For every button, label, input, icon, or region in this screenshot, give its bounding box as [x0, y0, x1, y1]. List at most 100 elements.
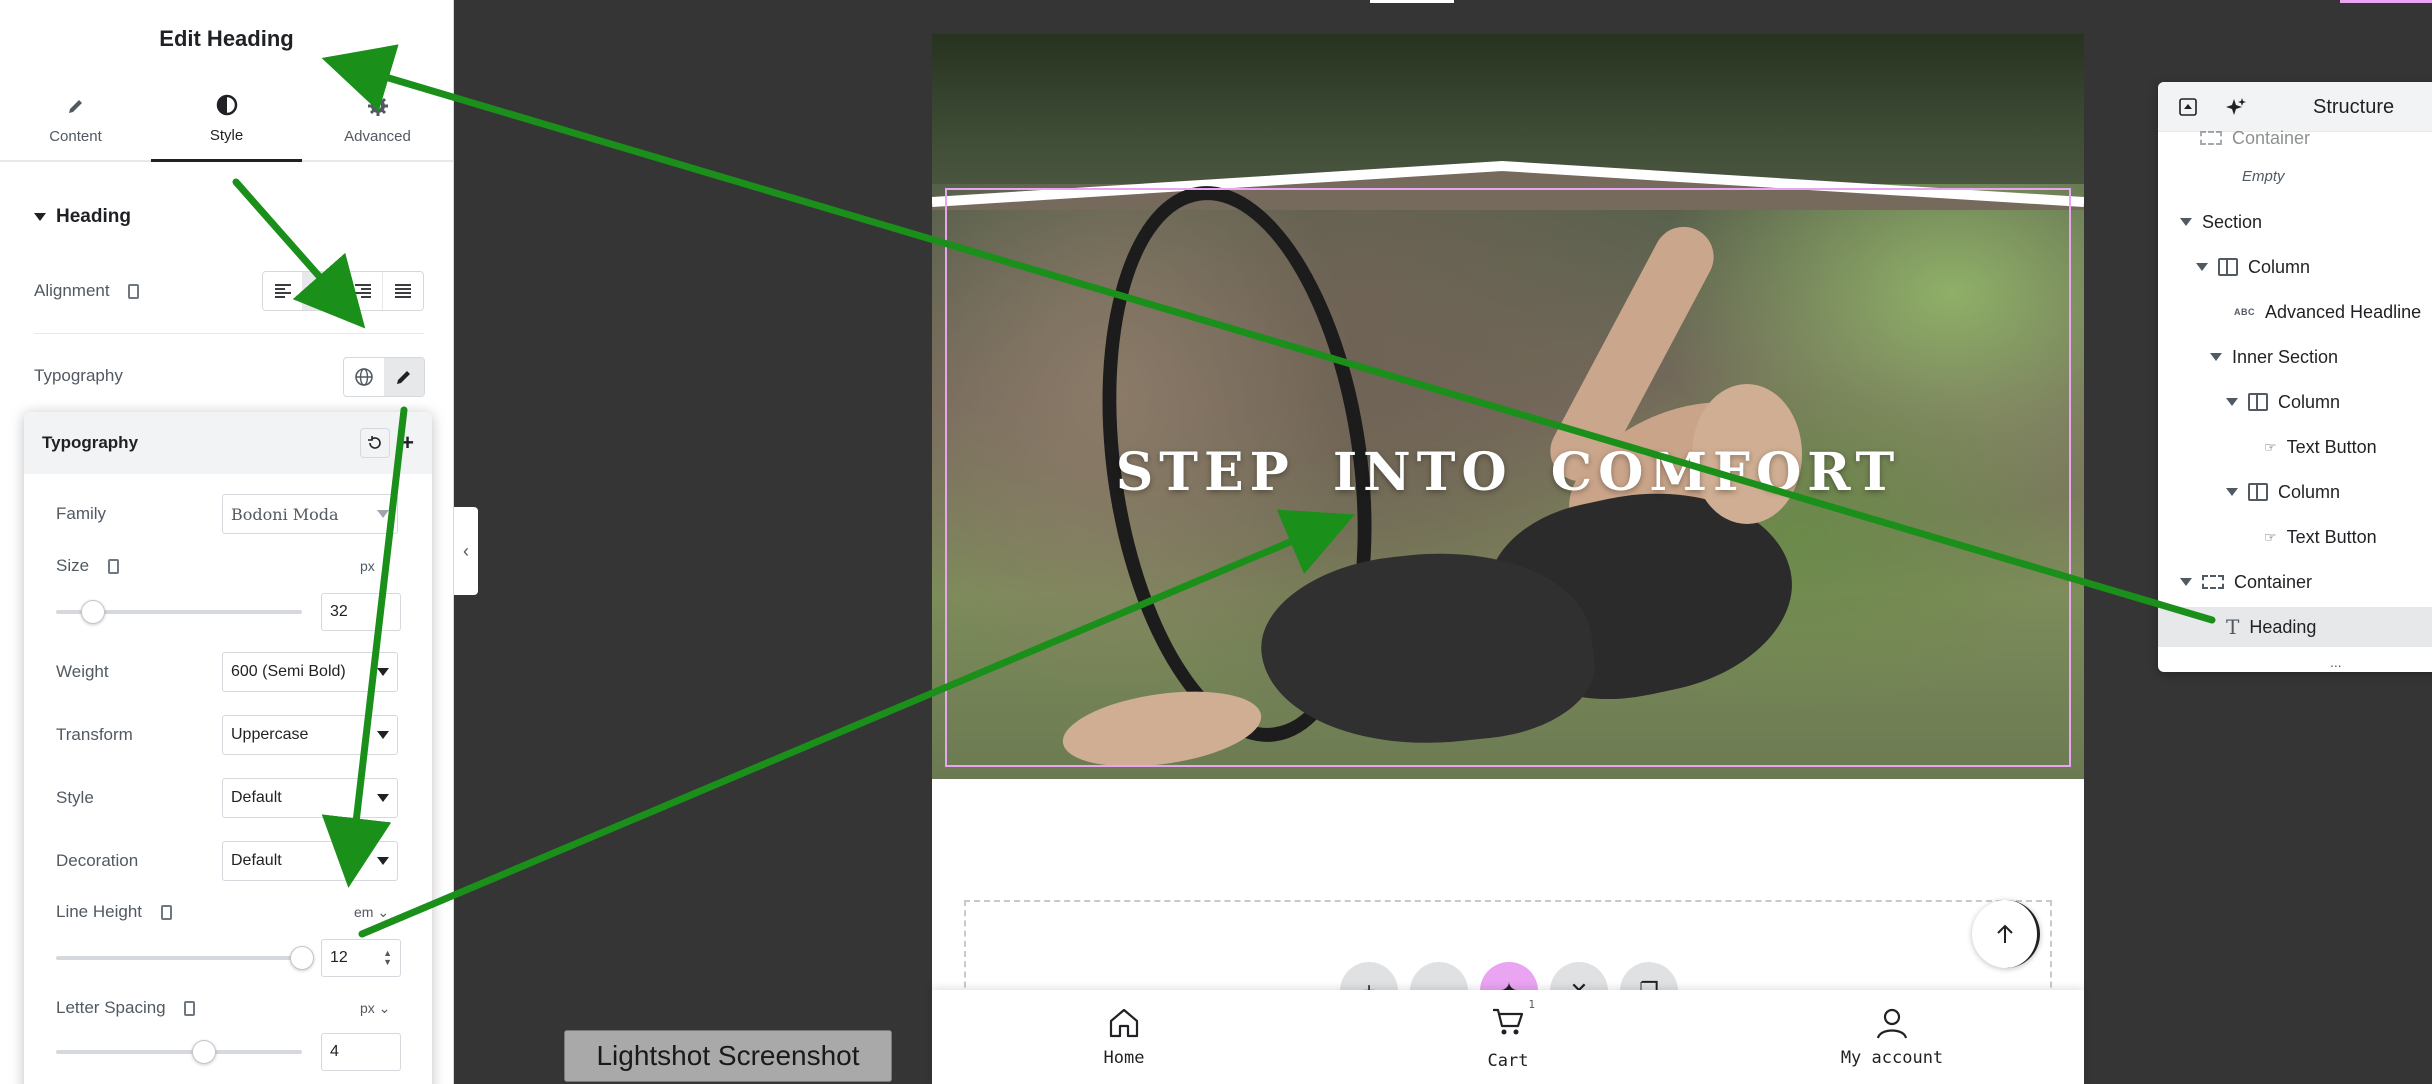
hero-section[interactable]: STEP INTO COMFORT [932, 34, 2084, 779]
caret-down-icon[interactable] [2226, 398, 2238, 406]
reset-button[interactable] [360, 428, 390, 458]
pointer-icon: ☞ [2264, 528, 2277, 545]
caret-down-icon[interactable] [2210, 353, 2222, 361]
dropdown-caret-icon [377, 731, 389, 739]
letter-spacing-input[interactable]: 4 [321, 1033, 401, 1071]
decoration-label: Decoration [56, 851, 139, 870]
tab-style[interactable]: Style [151, 78, 302, 162]
decoration-select[interactable]: Default [222, 841, 398, 881]
tree-item-inner-section[interactable]: Inner Section [2210, 337, 2338, 377]
tree-item-text-button[interactable]: ☞ Text Button [2264, 427, 2377, 467]
caret-down-icon[interactable] [2180, 578, 2192, 586]
line-height-slider-handle[interactable] [290, 946, 314, 970]
responsive-device-icon[interactable] [184, 1001, 196, 1017]
caret-down-icon[interactable] [2226, 488, 2238, 496]
gear-icon [367, 94, 389, 118]
responsive-device-icon[interactable] [128, 284, 140, 300]
tree-item-column[interactable]: Column [2196, 247, 2310, 287]
tree-item-container[interactable]: Container [2200, 118, 2310, 158]
collapse-panel-button[interactable]: ‹ [454, 507, 478, 595]
responsive-device-icon[interactable] [160, 905, 172, 921]
popover-title: Typography [42, 433, 139, 452]
style-select[interactable]: Default [222, 778, 398, 818]
tree-item-container[interactable]: Container [2180, 562, 2312, 602]
caret-down-icon[interactable] [2196, 263, 2208, 271]
caret-down-icon[interactable] [2180, 218, 2192, 226]
add-icon[interactable]: + [401, 428, 414, 458]
nav-cart[interactable]: 1 Cart [1398, 998, 1618, 1071]
tree-item-column[interactable]: Column [2226, 472, 2340, 512]
tree-item-heading[interactable]: T Heading [2158, 607, 2432, 647]
align-left-button[interactable] [263, 272, 303, 310]
tab-advanced[interactable]: Advanced [302, 78, 453, 160]
stepper-icon[interactable]: ▲ ▼ [383, 949, 392, 967]
tab-label: Advanced [344, 127, 411, 145]
family-select[interactable]: Bodoni Moda [222, 494, 398, 534]
cart-icon [1493, 1008, 1524, 1034]
align-right-button[interactable] [343, 272, 383, 310]
panel-title: Edit Heading [159, 26, 294, 51]
transform-select[interactable]: Uppercase [222, 715, 398, 755]
tree-item-column[interactable]: Column [2226, 382, 2340, 422]
column-icon [2218, 258, 2238, 276]
line-height-unit[interactable]: em ⌄ [354, 904, 389, 921]
pointer-icon: ☞ [2264, 438, 2277, 455]
top-mark [1370, 0, 1454, 3]
tree-item-text-button[interactable]: ☞ Text Button [2264, 517, 2377, 557]
page-canvas: STEP INTO COMFORT + ▬ ✦ ✕ ❐ Home 1 Cart … [932, 34, 2084, 1084]
align-center-button[interactable] [303, 272, 343, 310]
align-center-icon [314, 284, 331, 298]
align-left-icon [274, 284, 291, 298]
nav-my-account[interactable]: My account [1782, 1006, 2002, 1068]
hero-heading[interactable]: STEP INTO COMFORT [932, 442, 2084, 503]
dropdown-caret-icon [377, 668, 389, 676]
global-typography-button[interactable] [344, 358, 384, 396]
nav-home[interactable]: Home [1014, 1006, 1234, 1068]
section-heading-toggle[interactable]: Heading [34, 206, 131, 228]
tree-item-section[interactable]: Section [2180, 202, 2262, 242]
size-unit[interactable]: px [360, 558, 375, 574]
letter-spacing-unit[interactable]: px ⌄ [360, 1000, 390, 1017]
size-slider-handle[interactable] [80, 600, 105, 624]
tree-item-advanced-headline[interactable]: ABC Advanced Headline [2234, 292, 2421, 332]
structure-panel: Structure Container Empty Section Column… [2158, 82, 2432, 672]
responsive-device-icon[interactable] [107, 559, 119, 575]
column-icon [2248, 483, 2268, 501]
weight-select[interactable]: 600 (Semi Bold) [222, 652, 398, 692]
contrast-icon [216, 93, 238, 117]
align-justify-button[interactable] [383, 272, 423, 310]
dropdown-caret-icon [377, 857, 389, 865]
arrow-up-icon [1996, 924, 2013, 943]
family-label: Family [56, 504, 107, 523]
scroll-to-top-button[interactable] [1972, 900, 2040, 968]
reset-icon [368, 436, 381, 449]
lightshot-watermark: Lightshot Screenshot [564, 1030, 892, 1082]
more-indicator: ... [2330, 654, 2342, 670]
letter-spacing-slider-handle[interactable] [191, 1040, 216, 1064]
align-justify-icon [395, 284, 411, 298]
ai-sparkle-icon[interactable] [2226, 97, 2246, 117]
letter-spacing-label: Letter Spacing [56, 998, 196, 1018]
container-icon [2200, 131, 2222, 145]
edit-typography-button[interactable] [384, 358, 424, 396]
top-mark [2340, 0, 2432, 3]
container-icon [2202, 575, 2224, 589]
edit-panel: Edit Heading Content Style Advanced Head… [0, 0, 454, 1084]
typography-popover: Typography + Family Bodoni Moda Size px … [24, 412, 432, 1084]
pencil-icon [397, 371, 410, 384]
structure-title: Structure [2313, 96, 2395, 118]
tab-content[interactable]: Content [0, 78, 151, 160]
letter-spacing-slider-track[interactable] [56, 1050, 302, 1054]
home-icon [1109, 1008, 1139, 1038]
size-input[interactable]: 32 [321, 593, 401, 631]
size-label: Size [56, 556, 119, 576]
globe-icon [355, 368, 373, 386]
pin-panel-icon[interactable] [2178, 97, 2198, 117]
line-height-input[interactable]: 12 ▲ ▼ [321, 939, 401, 977]
pencil-icon [66, 94, 86, 118]
tree-item-empty: Empty [2242, 167, 2285, 185]
alignment-control [262, 271, 424, 311]
typography-controls [343, 357, 425, 397]
weight-label: Weight [56, 662, 109, 681]
line-height-slider-track[interactable] [56, 956, 302, 960]
